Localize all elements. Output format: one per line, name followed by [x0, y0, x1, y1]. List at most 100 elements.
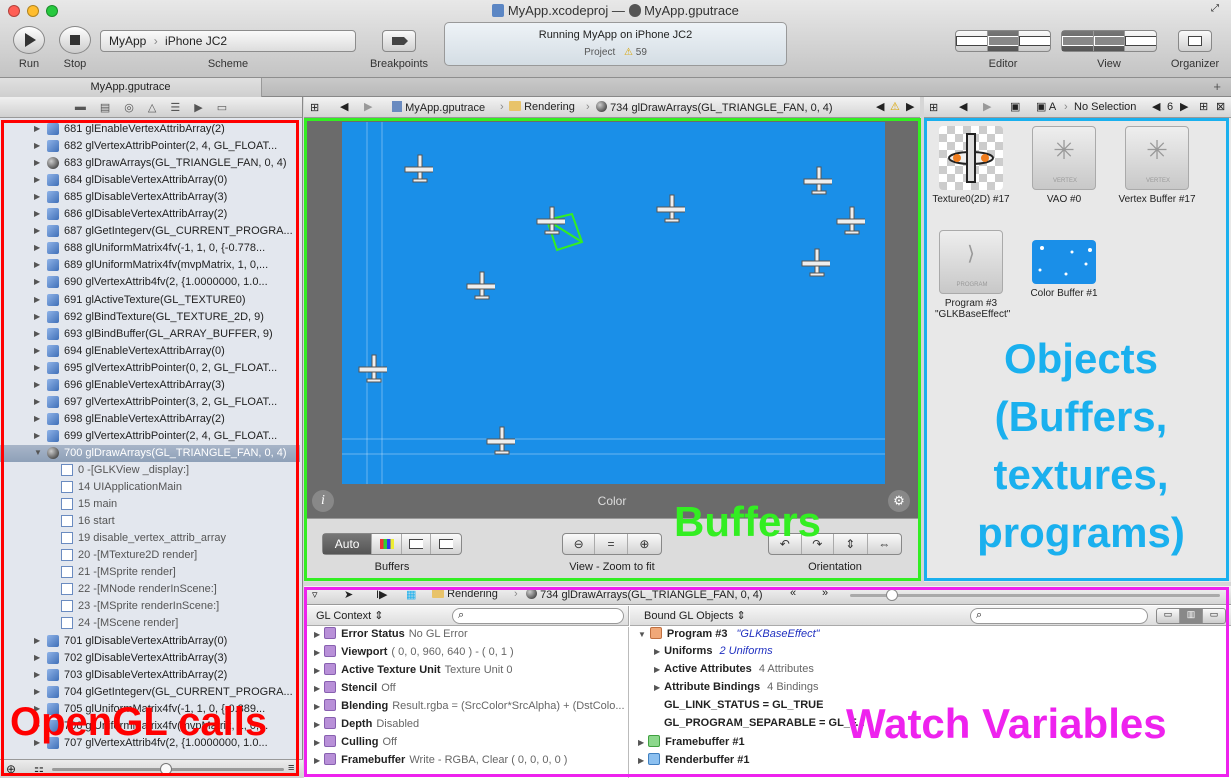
- slider-knob[interactable]: [160, 763, 172, 775]
- gl-call-row[interactable]: ▶ 707 glVertexAttrib4fv(2, {1.0000000, 1.…: [0, 735, 300, 752]
- disclosure-closed-icon[interactable]: ▶: [34, 243, 40, 252]
- editor-mode-segmented[interactable]: [955, 30, 1051, 52]
- disclosure-closed-icon[interactable]: ▶: [34, 704, 40, 713]
- zoom-out-button[interactable]: ⊖: [563, 534, 596, 554]
- gl-call-row[interactable]: ▶ 693 glBindBuffer(GL_ARRAY_BUFFER, 9): [0, 326, 300, 343]
- renderbuffer-row[interactable]: ▶ Renderbuffer #1: [638, 753, 750, 771]
- depth-buffer-button[interactable]: [402, 534, 432, 554]
- previous-call-icon[interactable]: «: [790, 587, 796, 599]
- disclosure-closed-icon[interactable]: ▶: [34, 346, 40, 355]
- disclosure-closed-icon[interactable]: ▶: [314, 684, 320, 693]
- organizer-button[interactable]: [1178, 30, 1212, 52]
- add-split-icon[interactable]: ⊞: [1199, 100, 1208, 113]
- object-color-buffer[interactable]: Color Buffer #1: [1019, 230, 1109, 299]
- zoom-in-button[interactable]: ⊕: [628, 534, 661, 554]
- gl-call-row[interactable]: ▶ 691 glActiveTexture(GL_TEXTURE0): [0, 292, 300, 309]
- disclosure-closed-icon[interactable]: ▶: [34, 209, 40, 218]
- hide-debug-icon[interactable]: ▿: [312, 588, 318, 601]
- back-arrow-icon[interactable]: ◀: [340, 100, 348, 113]
- zoom-controls[interactable]: ⊖ = ⊕: [562, 533, 662, 555]
- toggle-debug-area-button[interactable]: [1093, 31, 1126, 51]
- debug-navigator-icon[interactable]: ☰: [170, 101, 180, 114]
- gl-call-row[interactable]: ▶ 683 glDrawArrays(GL_TRIANGLE_FAN, 0, 4): [0, 155, 300, 172]
- disclosure-closed-icon[interactable]: ▶: [34, 312, 40, 321]
- disclosure-closed-icon[interactable]: ▶: [34, 636, 40, 645]
- disclosure-closed-icon[interactable]: ▶: [34, 277, 40, 286]
- view-segmented[interactable]: [1061, 30, 1157, 52]
- gl-call-row[interactable]: ▶ 689 glUniformMatrix4fv(mvpMatrix, 1, 0,…: [0, 257, 300, 274]
- gl-state-row[interactable]: ▶ Active Texture Unit Texture Unit 0: [314, 663, 626, 681]
- forward-arrow-icon[interactable]: ▶: [983, 100, 991, 113]
- next-call-icon[interactable]: »: [822, 587, 828, 599]
- related-items-icon[interactable]: ⊞: [929, 101, 938, 114]
- buffer-picker[interactable]: Auto: [322, 533, 462, 555]
- frame-scrubber[interactable]: [850, 589, 1220, 601]
- gl-call-row[interactable]: ▶ 692 glBindTexture(GL_TEXTURE_2D, 9): [0, 309, 300, 326]
- flip-horizontal-button[interactable]: ⇔: [868, 534, 901, 554]
- disclosure-closed-icon[interactable]: ▶: [34, 687, 40, 696]
- gl-state-row[interactable]: ▶ Depth Disabled: [314, 717, 626, 735]
- log-navigator-icon[interactable]: ▭: [217, 101, 227, 114]
- jump-group[interactable]: Rendering: [432, 588, 498, 600]
- debug-layout-segmented[interactable]: ▭ ▥ ▭: [1156, 608, 1226, 624]
- tab-gputrace[interactable]: MyApp.gputrace: [0, 78, 262, 97]
- gl-call-row[interactable]: ▶ 702 glDisableVertexAttribArray(3): [0, 650, 300, 667]
- search-navigator-icon[interactable]: ◎: [124, 101, 134, 114]
- disclosure-closed-icon[interactable]: ▶: [34, 431, 40, 440]
- disclosure-closed-icon[interactable]: ▶: [314, 720, 320, 729]
- prev-issue-icon[interactable]: ◀: [876, 100, 884, 113]
- stack-frame-row[interactable]: 20 -[MTexture2D render]: [0, 547, 300, 564]
- stencil-buffer-button[interactable]: [431, 534, 461, 554]
- disclosure-closed-icon[interactable]: ▶: [34, 124, 40, 133]
- gl-call-row[interactable]: ▶ 681 glEnableVertexAttribArray(2): [0, 121, 300, 138]
- next-issue-icon[interactable]: ▶: [906, 100, 914, 113]
- frame-icon[interactable]: ▦: [406, 588, 416, 601]
- gl-call-row[interactable]: ▶ 684 glDisableVertexAttribArray(0): [0, 172, 300, 189]
- gl-call-row[interactable]: ▶ 694 glEnableVertexAttribArray(0): [0, 343, 300, 360]
- gl-call-row[interactable]: ▶ 704 glGetIntegerv(GL_CURRENT_PROGRA...: [0, 684, 300, 701]
- gl-call-row[interactable]: ▶ 686 glDisableVertexAttribArray(2): [0, 206, 300, 223]
- jump-call[interactable]: 734 glDrawArrays(GL_TRIANGLE_FAN, 0, 4): [526, 588, 763, 601]
- gl-call-row[interactable]: ▶ 695 glVertexAttribPointer(0, 2, GL_FLOA…: [0, 360, 300, 377]
- disclosure-closed-icon[interactable]: ▶: [34, 670, 40, 679]
- object-vao[interactable]: ✳ VERTEX VAO #0: [1019, 126, 1109, 205]
- continue-icon[interactable]: I▶: [376, 588, 388, 601]
- disclosure-closed-icon[interactable]: ▶: [34, 295, 40, 304]
- auto-buffer-button[interactable]: Auto: [323, 534, 373, 554]
- color-buffer-canvas[interactable]: [342, 122, 885, 484]
- disclosure-closed-icon[interactable]: ▶: [314, 702, 320, 711]
- zoom-actual-button[interactable]: =: [595, 534, 628, 554]
- gl-call-row[interactable]: ▶ 696 glEnableVertexAttribArray(3): [0, 377, 300, 394]
- disclosure-closed-icon[interactable]: ▶: [314, 756, 320, 765]
- show-left-pane-button[interactable]: ▭: [1157, 609, 1180, 623]
- gl-context-search-input[interactable]: ⌕: [452, 608, 624, 624]
- prev-counterpart-icon[interactable]: ◀: [1152, 100, 1160, 113]
- framebuffer-row[interactable]: ▶ Framebuffer #1: [638, 735, 745, 753]
- toggle-utilities-button[interactable]: [1125, 31, 1157, 51]
- bound-objects-search-input[interactable]: ⌕: [970, 608, 1148, 624]
- filter-icon[interactable]: ⊕: [6, 762, 16, 776]
- list-icon[interactable]: ≡: [288, 762, 294, 774]
- warning-icon[interactable]: ⚠: [890, 100, 900, 113]
- gl-call-row[interactable]: ▶ 688 glUniformMatrix4fv(-1, 1, 0, {-0.77…: [0, 240, 300, 257]
- show-right-pane-button[interactable]: ▭: [1203, 609, 1225, 623]
- rotate-right-button[interactable]: ↷: [802, 534, 835, 554]
- gear-icon[interactable]: ⚙: [888, 490, 910, 512]
- version-editor-button[interactable]: [1019, 31, 1051, 51]
- automatic-icon[interactable]: ▣: [1010, 100, 1020, 113]
- disclosure-closed-icon[interactable]: ▶: [34, 738, 40, 747]
- close-split-icon[interactable]: ⊠: [1216, 100, 1225, 113]
- next-counterpart-icon[interactable]: ▶: [1180, 100, 1188, 113]
- back-arrow-icon[interactable]: ◀: [959, 100, 967, 113]
- warning-icon[interactable]: ⚠: [624, 47, 633, 58]
- gl-call-row[interactable]: ▶ 703 glDisableVertexAttribArray(2): [0, 667, 300, 684]
- stack-frame-row[interactable]: 0 -[GLKView _display:]: [0, 462, 300, 479]
- breakpoint-navigator-icon[interactable]: ▶: [194, 101, 202, 114]
- issue-navigator-icon[interactable]: △: [148, 101, 156, 114]
- standard-editor-button[interactable]: [956, 31, 988, 51]
- gl-call-row[interactable]: ▶ 685 glDisableVertexAttribArray(3): [0, 189, 300, 206]
- disclosure-closed-icon[interactable]: ▶: [654, 683, 660, 692]
- project-navigator-icon[interactable]: ▬: [75, 101, 86, 113]
- disclosure-closed-icon[interactable]: ▶: [34, 226, 40, 235]
- disclosure-closed-icon[interactable]: ▶: [314, 630, 320, 639]
